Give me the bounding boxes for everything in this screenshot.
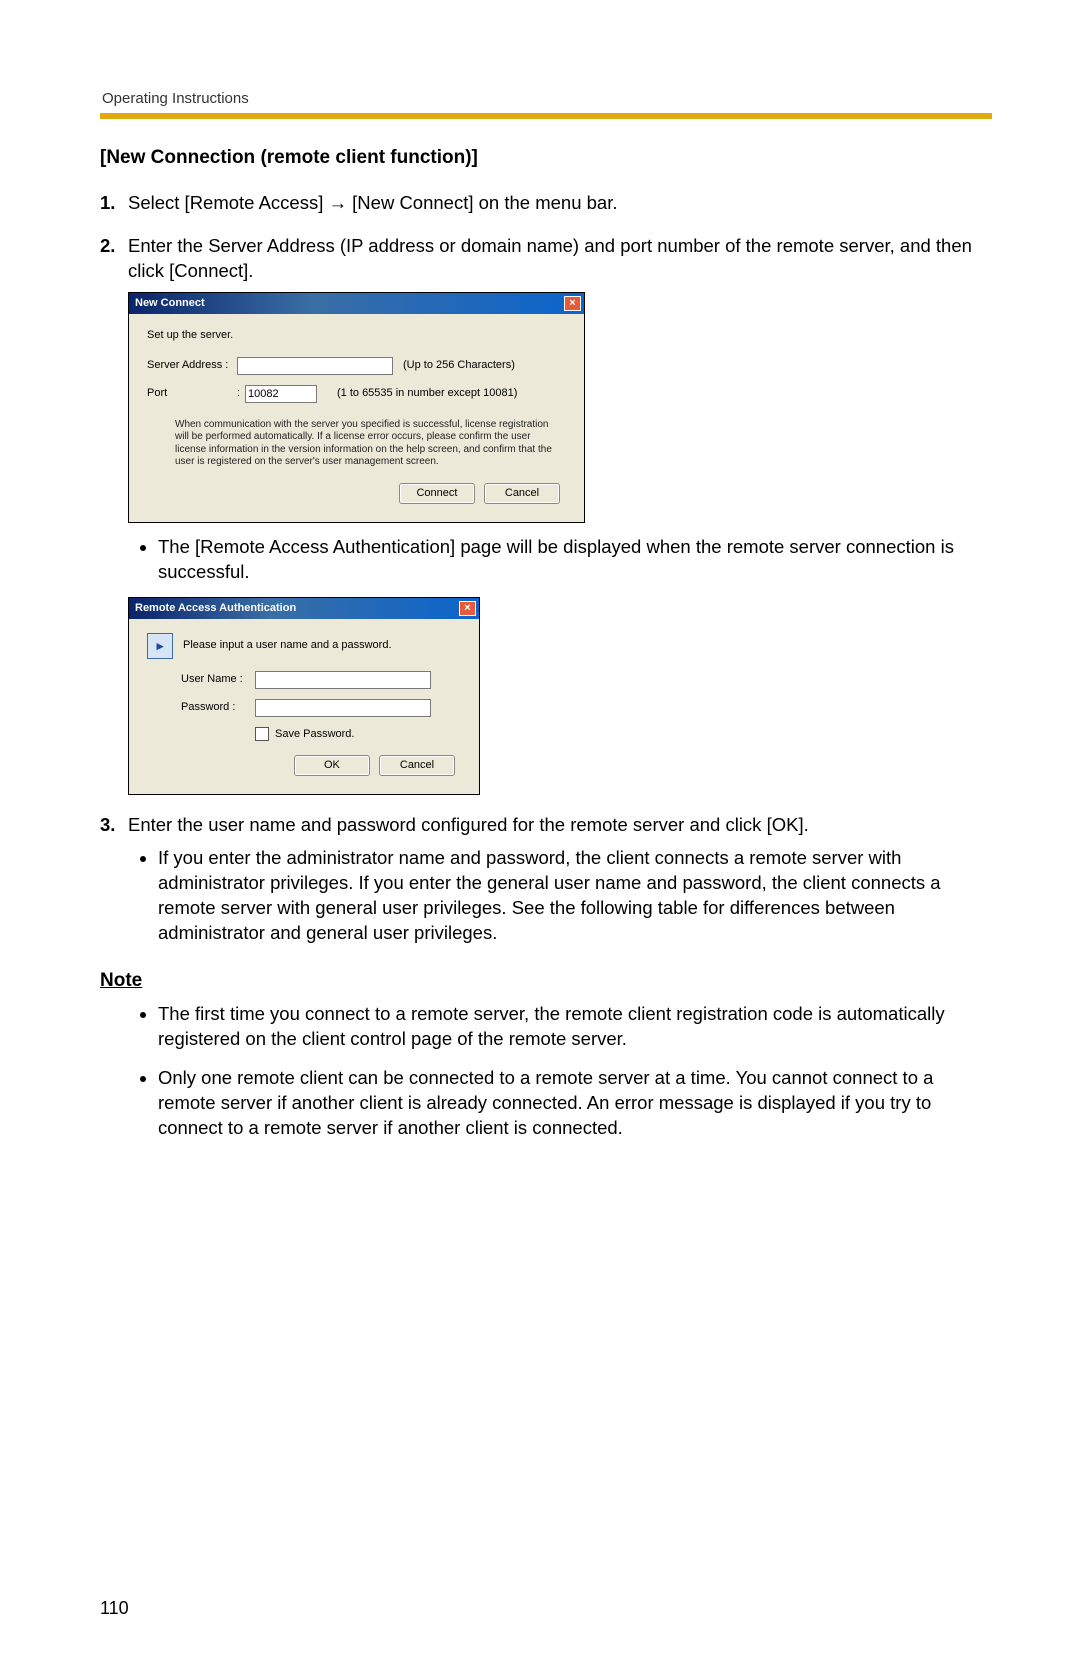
port-input[interactable]: [245, 385, 317, 403]
dialog1-titlebar[interactable]: New Connect ×: [129, 293, 584, 314]
new-connect-dialog: New Connect × Set up the server. Server …: [128, 292, 585, 523]
cancel-button[interactable]: Cancel: [484, 483, 560, 504]
note-heading: Note: [100, 970, 992, 992]
dialog1-title: New Connect: [135, 296, 205, 311]
header-rule: [100, 113, 992, 119]
close-icon[interactable]: ×: [459, 601, 476, 616]
username-label: User Name :: [181, 672, 255, 687]
step-1-number: 1.: [100, 191, 115, 216]
auth-dialog: Remote Access Authentication × ▸ Please …: [128, 597, 480, 796]
port-label: Port: [147, 386, 237, 401]
password-label: Password :: [181, 700, 255, 715]
step-3-number: 3.: [100, 813, 115, 838]
step-3-text: Enter the user name and password configu…: [128, 814, 809, 835]
port-colon: :: [237, 386, 245, 401]
dialog1-help-text: When communication with the server you s…: [175, 419, 555, 469]
auth-icon: ▸: [147, 633, 173, 659]
note-bullet-1: The first time you connect to a remote s…: [158, 1002, 992, 1052]
note-bullet-2: Only one remote client can be connected …: [158, 1066, 992, 1141]
step-1-text-b: [New Connect] on the menu bar.: [352, 192, 617, 213]
step-3: 3. Enter the user name and password conf…: [128, 813, 992, 946]
connect-button[interactable]: Connect: [399, 483, 475, 504]
server-address-hint: (Up to 256 Characters): [403, 358, 515, 373]
auth-prompt: Please input a user name and a password.: [183, 638, 392, 653]
ok-button[interactable]: OK: [294, 755, 370, 776]
save-password-checkbox[interactable]: [255, 727, 269, 741]
step-2-text: Enter the Server Address (IP address or …: [128, 235, 972, 281]
server-address-input[interactable]: [237, 357, 393, 375]
server-address-label: Server Address :: [147, 358, 237, 373]
dialog1-intro: Set up the server.: [147, 328, 566, 343]
dialog2-title: Remote Access Authentication: [135, 601, 296, 616]
section-title: [New Connection (remote client function)…: [100, 147, 992, 169]
close-icon[interactable]: ×: [564, 296, 581, 311]
password-input[interactable]: [255, 699, 431, 717]
step-2-bullet: The [Remote Access Authentication] page …: [158, 535, 992, 585]
step-1: 1. Select [Remote Access] → [New Connect…: [128, 191, 992, 216]
username-input[interactable]: [255, 671, 431, 689]
step-2-number: 2.: [100, 234, 115, 259]
running-header: Operating Instructions: [100, 90, 992, 107]
cancel-button[interactable]: Cancel: [379, 755, 455, 776]
page-number: 110: [100, 1598, 129, 1619]
save-password-label: Save Password.: [275, 727, 354, 742]
step-1-text-a: Select [Remote Access]: [128, 192, 323, 213]
port-hint: (1 to 65535 in number except 10081): [337, 386, 517, 401]
dialog2-titlebar[interactable]: Remote Access Authentication ×: [129, 598, 479, 619]
step-2: 2. Enter the Server Address (IP address …: [128, 234, 992, 795]
step-3-sub-bullet: If you enter the administrator name and …: [158, 846, 992, 946]
arrow-icon: →: [329, 192, 348, 213]
